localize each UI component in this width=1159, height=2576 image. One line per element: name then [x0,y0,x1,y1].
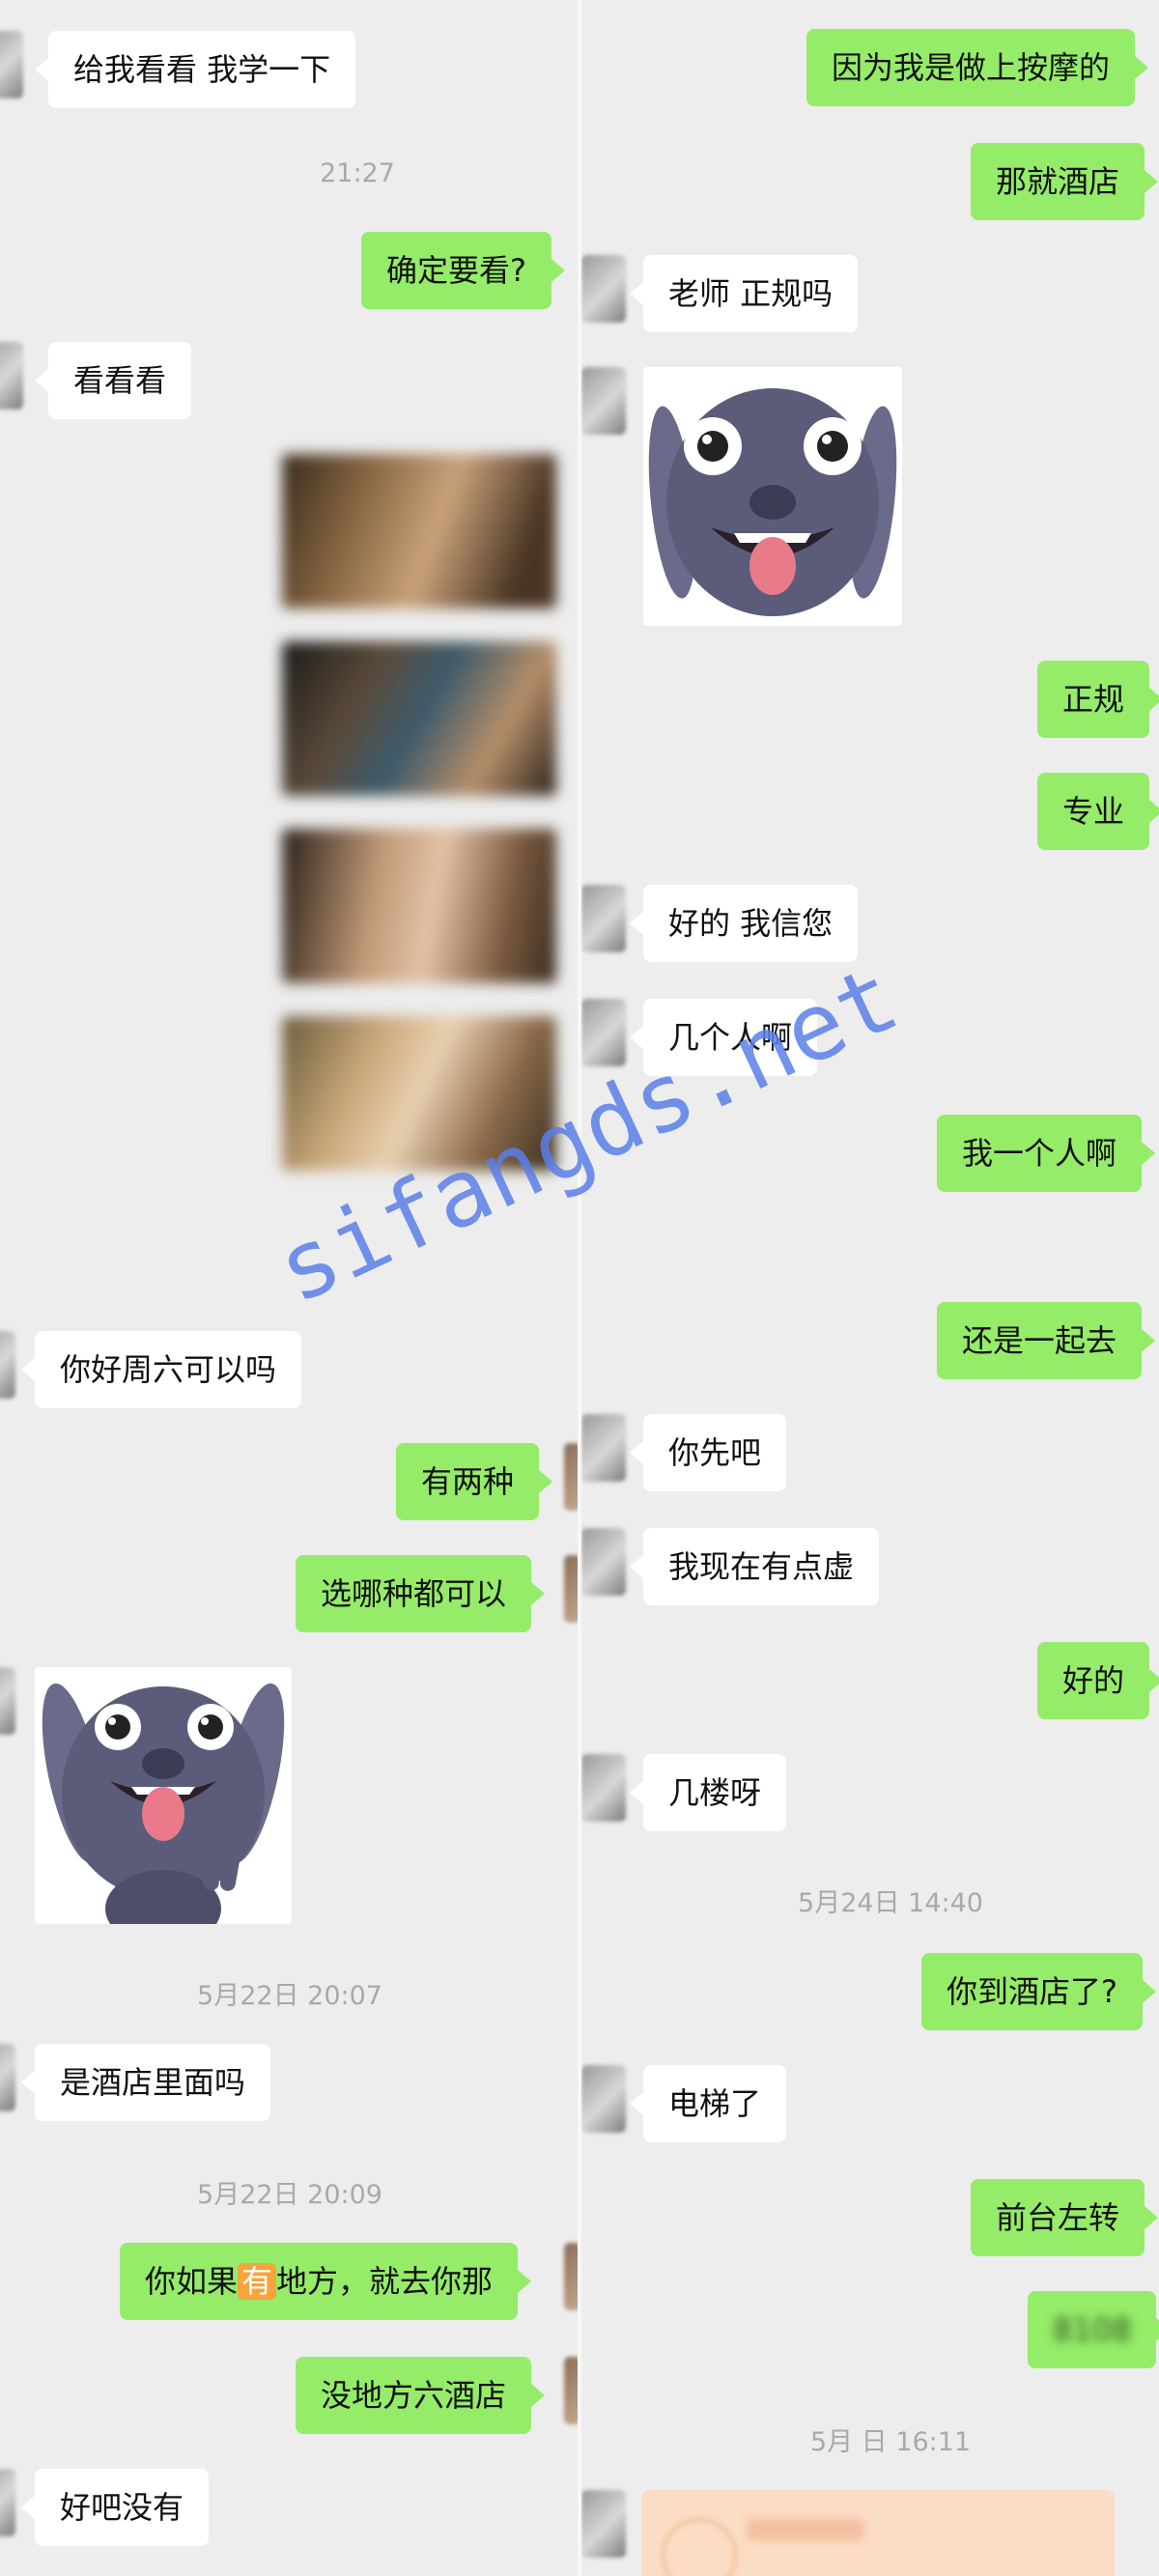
contact-avatar[interactable] [0,342,23,410]
timestamp: 21:27 [320,158,395,188]
message-incoming[interactable]: 给我看看 我学一下 [34,31,356,108]
message-incoming[interactable]: 老师 正规吗 [629,255,859,332]
message-outgoing[interactable]: 好的 [1037,1642,1159,1719]
contact-avatar[interactable] [581,2065,626,2133]
message-outgoing[interactable]: 专业 [1037,773,1159,850]
message-incoming[interactable]: 看看看 [34,342,192,419]
blurred-card-text [748,2519,863,2540]
highlighted-word: 有 [238,2263,277,2300]
contact-avatar[interactable] [581,1528,626,1596]
contact-avatar[interactable] [581,367,626,435]
message-incoming[interactable]: 你先吧 [629,1414,787,1491]
message-incoming[interactable]: 是酒店里面吗 [20,2044,271,2121]
message-incoming[interactable]: 你好周六可以吗 [20,1331,302,1408]
timestamp: 5月22日 20:07 [197,1981,382,2011]
message-incoming[interactable]: 好吧没有 [20,2469,210,2546]
timestamp: 5月 日 16:11 [809,2427,972,2457]
message-outgoing[interactable]: 确定要看? [361,232,565,309]
contact-avatar[interactable] [581,1414,626,1482]
message-outgoing[interactable]: 你到酒店了? [921,1953,1156,2030]
message-text: 你如果 [145,2263,239,2300]
message-outgoing[interactable]: 没地方六酒店 [296,2357,546,2434]
message-incoming[interactable]: 几楼呀 [629,1754,787,1831]
blurred-image-message[interactable] [282,829,556,983]
message-incoming[interactable]: 好的 我信您 [629,885,859,962]
sticker-alien-tongue[interactable] [643,367,902,626]
blurred-room-number: 8108 [1053,2311,1132,2348]
message-outgoing[interactable]: 你如果有地方，就去你那 [120,2243,532,2320]
timestamp: 5月24日 14:40 [798,1888,983,1918]
user-avatar[interactable] [564,1555,578,1623]
alien-tongue-sticker-icon [648,388,897,616]
timestamp: 5月22日 20:09 [197,2180,382,2210]
contact-avatar[interactable] [581,999,626,1066]
blurred-image-message[interactable] [282,454,556,609]
contact-avatar[interactable] [0,2469,15,2536]
message-outgoing[interactable]: 还是一起去 [937,1302,1156,1379]
message-outgoing[interactable]: 因为我是做上按摩的 [806,29,1149,106]
message-incoming[interactable]: 我现在有点虚 [629,1528,880,1605]
message-outgoing[interactable]: 我一个人啊 [937,1115,1156,1192]
message-incoming[interactable]: 电梯了 [629,2065,787,2142]
message-outgoing[interactable]: 前台左转 [971,2179,1159,2256]
blurred-image-message[interactable] [282,641,556,796]
contact-avatar[interactable] [0,31,23,99]
message-outgoing[interactable]: 正规 [1037,661,1159,738]
right-chat-column: 因为我是做上按摩的 那就酒店 老师 正规吗 正规 专业 好的 我信您 几个人啊 … [581,0,1159,2576]
contact-avatar[interactable] [581,2490,626,2558]
message-outgoing[interactable]: 选哪种都可以 [296,1555,546,1632]
message-outgoing[interactable]: 那就酒店 [971,143,1159,220]
user-avatar[interactable] [564,2243,578,2310]
alien-peace-sticker-icon [42,1683,285,1924]
sticker-alien-peace[interactable] [35,1667,292,1924]
check-circle-icon [661,2517,738,2576]
contact-avatar[interactable] [0,2044,15,2111]
user-avatar[interactable] [564,1443,578,1511]
contact-avatar[interactable] [581,1754,626,1822]
transfer-card[interactable] [641,2490,1115,2576]
message-outgoing[interactable]: 8108 [1028,2291,1159,2368]
contact-avatar[interactable] [0,1667,15,1735]
message-text: 地方，就去你那 [276,2263,494,2300]
user-avatar[interactable] [564,2357,578,2424]
contact-avatar[interactable] [581,885,626,952]
message-outgoing[interactable]: 有两种 [396,1443,553,1520]
contact-avatar[interactable] [581,255,626,323]
contact-avatar[interactable] [0,1331,15,1399]
